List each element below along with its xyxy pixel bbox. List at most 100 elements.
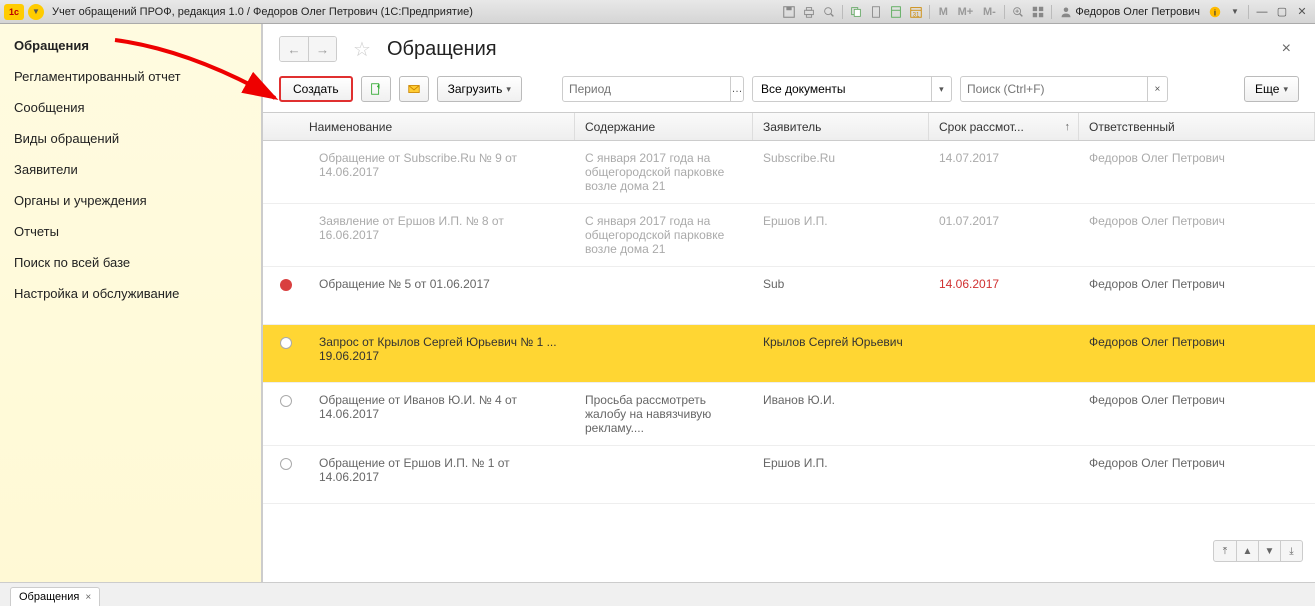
sidebar-item-messages[interactable]: Сообщения — [0, 92, 261, 123]
cell-applicant: Sub — [753, 267, 929, 324]
period-ellipsis-icon[interactable]: … — [730, 77, 743, 101]
cell-content — [575, 446, 753, 503]
table-row[interactable]: Обращение от Subscribe.Ru № 9 от 14.06.2… — [263, 141, 1315, 204]
cell-content: С января 2017 года на общегородской парк… — [575, 204, 753, 266]
col-applicant[interactable]: Заявитель — [753, 113, 929, 140]
cell-content — [575, 325, 753, 382]
nav-back-button[interactable]: ← — [280, 37, 308, 61]
print-icon[interactable] — [800, 4, 818, 20]
sidebar-item-orgs[interactable]: Органы и учреждения — [0, 185, 261, 216]
sidebar-item-applicants[interactable]: Заявители — [0, 154, 261, 185]
nav-last-icon[interactable]: ⤓ — [1280, 541, 1302, 561]
cell-responsible: Федоров Олег Петрович — [1079, 325, 1315, 382]
cell-due — [929, 325, 1079, 382]
table-row[interactable]: Обращение от Ершов И.П. № 1 от 14.06.201… — [263, 446, 1315, 504]
search-clear-icon[interactable]: × — [1147, 77, 1167, 101]
cell-applicant: Крылов Сергей Юрьевич — [753, 325, 929, 382]
table-row[interactable]: Заявление от Ершов И.П. № 8 от 16.06.201… — [263, 204, 1315, 267]
app-menu-icon[interactable]: ▼ — [28, 4, 44, 20]
sidebar-item-report[interactable]: Регламентированный отчет — [0, 61, 261, 92]
filter-chevron-icon[interactable]: ▾ — [931, 77, 951, 101]
m-btn[interactable]: M — [934, 4, 952, 20]
cell-responsible: Федоров Олег Петрович — [1079, 383, 1315, 445]
period-input[interactable] — [563, 77, 730, 101]
sidebar-item-settings[interactable]: Настройка и обслуживание — [0, 278, 261, 309]
sidebar: Обращения Регламентированный отчет Сообщ… — [0, 24, 262, 582]
filter-dropdown[interactable]: Все документы ▾ — [752, 76, 952, 102]
cell-name: Обращение от Иванов Ю.И. № 4 от 14.06.20… — [309, 383, 575, 445]
calendar-icon[interactable]: 31 — [907, 4, 925, 20]
mail-button[interactable] — [399, 76, 429, 102]
info-icon[interactable]: i — [1206, 4, 1224, 20]
create-button[interactable]: Создать — [279, 76, 353, 102]
cell-name: Запрос от Крылов Сергей Юрьевич № 1 ... … — [309, 325, 575, 382]
nav-first-icon[interactable]: ⤒ — [1214, 541, 1236, 561]
info-chevron-icon[interactable]: ▼ — [1226, 4, 1244, 20]
cell-name: Заявление от Ершов И.П. № 8 от 16.06.201… — [309, 204, 575, 266]
nav-forward-button[interactable]: → — [308, 37, 336, 61]
search-box[interactable]: × — [960, 76, 1168, 102]
minimize-icon[interactable]: — — [1253, 4, 1271, 20]
col-name[interactable]: Наименование — [263, 113, 575, 140]
col-content[interactable]: Содержание — [575, 113, 753, 140]
preview-icon[interactable] — [820, 4, 838, 20]
current-user[interactable]: Федоров Олег Петрович — [1056, 6, 1204, 18]
col-due[interactable]: Срок рассмот... — [929, 113, 1079, 140]
filter-value: Все документы — [753, 77, 931, 101]
sidebar-item-reports[interactable]: Отчеты — [0, 216, 261, 247]
status-dot-empty-icon — [280, 337, 292, 349]
cell-responsible: Федоров Олег Петрович — [1079, 267, 1315, 324]
more-button[interactable]: Еще ▾ — [1244, 76, 1299, 102]
cell-applicant: Ершов И.П. — [753, 204, 929, 266]
table-row[interactable]: Обращение от Иванов Ю.И. № 4 от 14.06.20… — [263, 383, 1315, 446]
calc-icon[interactable] — [887, 4, 905, 20]
period-picker[interactable]: … — [562, 76, 744, 102]
cell-content: Просьба рассмотреть жалобу на навязчивую… — [575, 383, 753, 445]
bottom-tab-requests[interactable]: Обращения × — [10, 587, 100, 606]
refresh-button[interactable] — [361, 76, 391, 102]
cell-applicant: Ершов И.П. — [753, 446, 929, 503]
bottom-tab-close-icon[interactable]: × — [85, 592, 91, 603]
copy-icon[interactable] — [847, 4, 865, 20]
cell-content — [575, 267, 753, 324]
col-responsible[interactable]: Ответственный — [1079, 113, 1315, 140]
status-dot-empty-icon — [280, 458, 292, 470]
cell-responsible: Федоров Олег Петрович — [1079, 204, 1315, 266]
nav-down-icon[interactable]: ▼ — [1258, 541, 1280, 561]
cell-name: Обращение от Subscribe.Ru № 9 от 14.06.2… — [309, 141, 575, 203]
table-row[interactable]: Обращение № 5 от 01.06.2017Sub14.06.2017… — [263, 267, 1315, 325]
cell-due: 14.07.2017 — [929, 141, 1079, 203]
m-minus-btn[interactable]: M- — [978, 4, 1000, 20]
close-window-icon[interactable]: ✕ — [1293, 4, 1311, 20]
doc-icon[interactable] — [867, 4, 885, 20]
table-row[interactable]: Запрос от Крылов Сергей Юрьевич № 1 ... … — [263, 325, 1315, 383]
page-title: Обращения — [387, 38, 497, 61]
table-nav: ⤒ ▲ ▼ ⤓ — [1213, 540, 1303, 562]
sidebar-item-search[interactable]: Поиск по всей базе — [0, 247, 261, 278]
save-icon[interactable] — [780, 4, 798, 20]
sidebar-item-requests[interactable]: Обращения — [0, 30, 261, 61]
cell-responsible: Федоров Олег Петрович — [1079, 141, 1315, 203]
status-dot-empty-icon — [280, 395, 292, 407]
maximize-icon[interactable]: ▢ — [1273, 4, 1291, 20]
cell-due — [929, 446, 1079, 503]
app-logo-icon[interactable]: 1c — [4, 4, 24, 20]
svg-text:i: i — [1214, 8, 1216, 17]
load-button[interactable]: Загрузить ▾ — [437, 76, 522, 102]
cell-applicant: Иванов Ю.И. — [753, 383, 929, 445]
cell-due — [929, 383, 1079, 445]
sidebar-item-types[interactable]: Виды обращений — [0, 123, 261, 154]
search-input[interactable] — [961, 77, 1147, 101]
nav-up-icon[interactable]: ▲ — [1236, 541, 1258, 561]
close-page-button[interactable]: × — [1274, 40, 1299, 58]
m-plus-btn[interactable]: M+ — [954, 4, 976, 20]
cell-due: 01.07.2017 — [929, 204, 1079, 266]
favorite-star-icon[interactable]: ☆ — [353, 37, 371, 62]
requests-table: Наименование Содержание Заявитель Срок р… — [263, 112, 1315, 582]
grid-icon[interactable] — [1029, 4, 1047, 20]
svg-text:31: 31 — [913, 11, 920, 18]
cell-name: Обращение № 5 от 01.06.2017 — [309, 267, 575, 324]
zoom-icon[interactable] — [1009, 4, 1027, 20]
cell-content: С января 2017 года на общегородской парк… — [575, 141, 753, 203]
cell-name: Обращение от Ершов И.П. № 1 от 14.06.201… — [309, 446, 575, 503]
